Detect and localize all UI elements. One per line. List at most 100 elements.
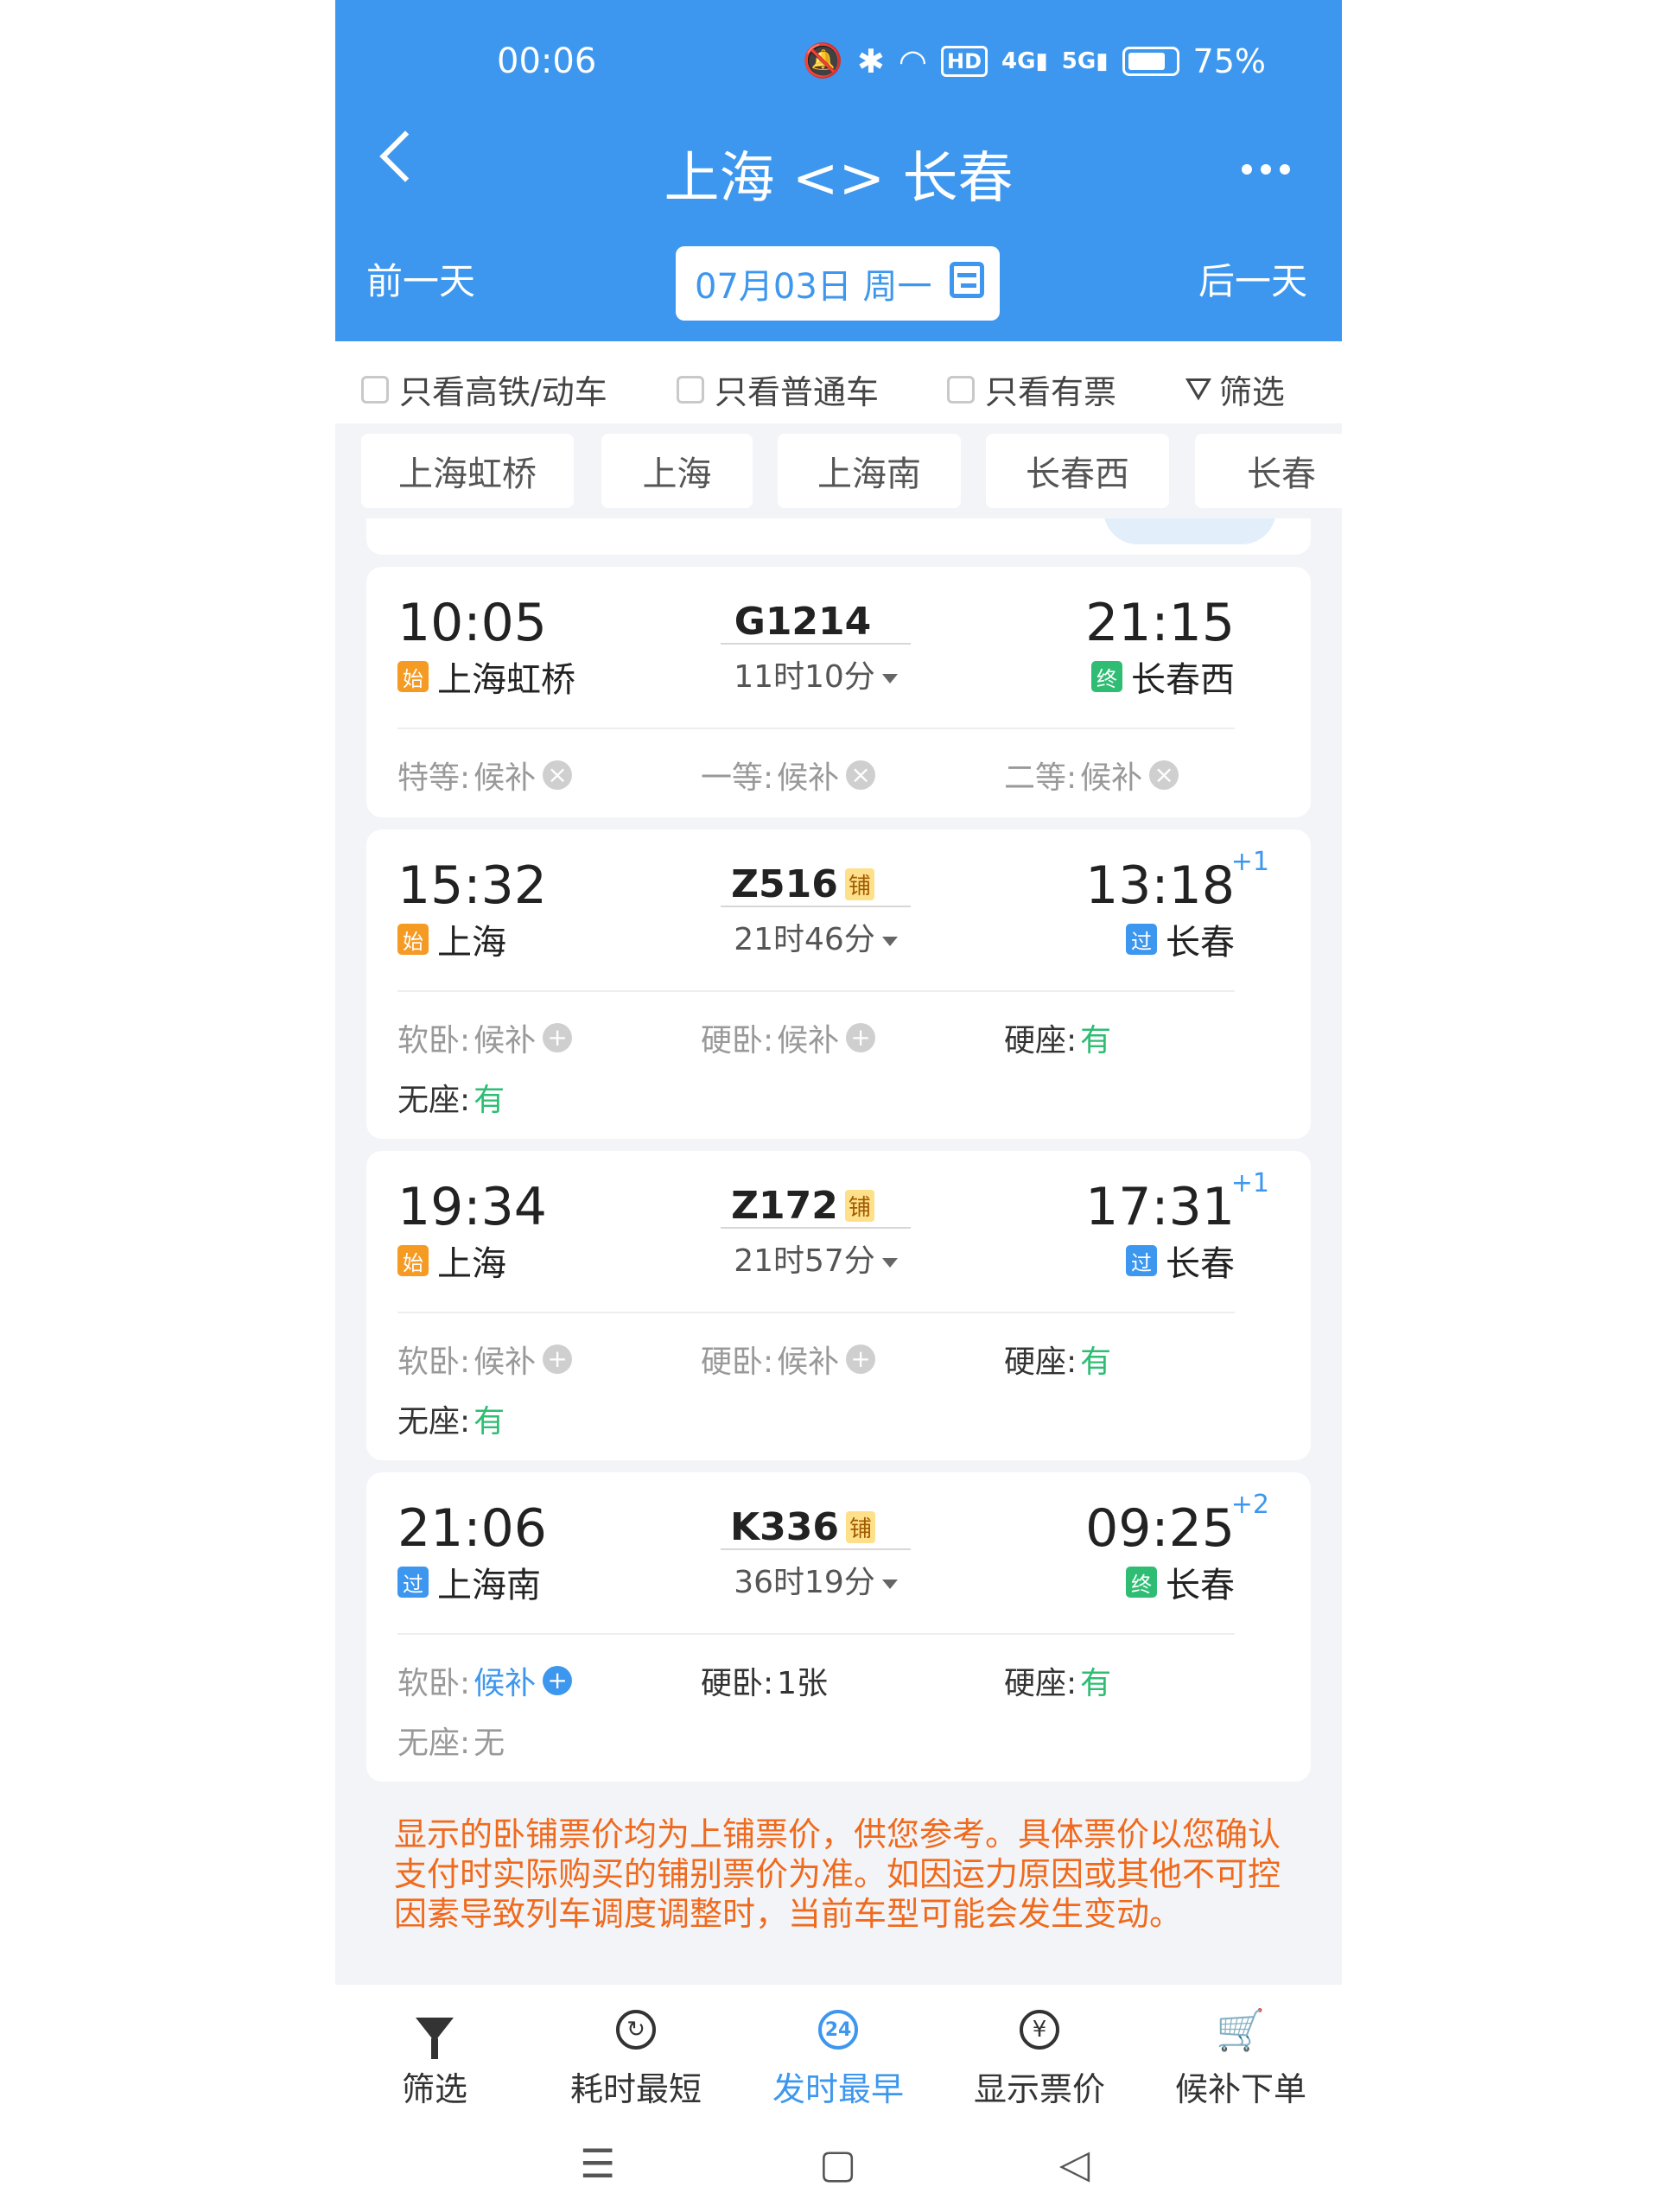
date-selector[interactable]: 07月03日 周一: [676, 246, 1000, 321]
battery-icon: [1122, 46, 1179, 76]
route-title: 上海 <> 长春: [664, 147, 1014, 211]
plus-icon: +: [846, 1023, 876, 1052]
system-navbar: ☰ ▢ ◁: [335, 2114, 1342, 2212]
checkbox-icon: [361, 375, 389, 404]
duration[interactable]: 36时19分: [721, 1557, 911, 1602]
seat-class[interactable]: 软卧: 候补 +: [397, 1337, 573, 1382]
hsr-only-checkbox[interactable]: 只看高铁/动车: [361, 365, 607, 413]
tab-earliest[interactable]: 24 发时最早: [752, 2002, 925, 2110]
seat-label: 硬座:: [1004, 1344, 1077, 1380]
station-chips: 上海虹桥 上海 上海南 长春西 长春: [335, 423, 1342, 518]
depart-time: 10:05: [397, 593, 547, 653]
seat-label: 硬卧:: [701, 1666, 774, 1701]
seat-value: 候补: [777, 1023, 840, 1058]
scrolled-card-edge: [366, 518, 1311, 555]
tab-shortest[interactable]: ↻ 耗时最短: [550, 2002, 722, 2110]
menu-icon[interactable]: ☰: [580, 2140, 615, 2187]
depart-time: 15:32: [397, 855, 547, 916]
seat-class[interactable]: 无座: 无: [397, 1718, 505, 1763]
more-icon[interactable]: [1242, 164, 1290, 175]
seat-value: 候补: [474, 1023, 537, 1058]
filter-label: 筛选: [1218, 373, 1285, 411]
station-chip-3[interactable]: 长春西: [986, 434, 1169, 508]
calendar-icon: [950, 262, 984, 298]
seat-value: 候补: [777, 1344, 840, 1380]
normal-only-checkbox[interactable]: 只看普通车: [677, 365, 879, 413]
tab-waitlist[interactable]: 🛒 候补下单: [1154, 2002, 1327, 2110]
seat-class[interactable]: 软卧: 候补 +: [397, 1658, 573, 1703]
train-card[interactable]: 15:32 始上海 Z516 铺 21时46分 13:18 +1 过长春 软卧: 候…: [366, 830, 1311, 1139]
pass-tag-icon: 过: [1126, 1245, 1157, 1276]
start-tag-icon: 始: [397, 1245, 429, 1276]
seat-class[interactable]: 无座: 有: [397, 1075, 505, 1120]
tab-filter[interactable]: 筛选: [348, 2002, 521, 2110]
home-icon[interactable]: ▢: [819, 2140, 856, 2187]
duration[interactable]: 21时57分: [721, 1236, 911, 1281]
back-nav-icon[interactable]: ◁: [1059, 2140, 1090, 2187]
seat-class[interactable]: 硬座: 有: [1004, 1658, 1111, 1703]
close-icon: ×: [1149, 760, 1179, 790]
seat-class[interactable]: 软卧: 候补 +: [397, 1015, 573, 1060]
seat-class[interactable]: 一等: 候补 ×: [701, 753, 876, 798]
arrive-station-name: 长春: [1166, 1566, 1235, 1605]
tab-show-price[interactable]: ¥ 显示票价: [953, 2002, 1126, 2110]
depart-time: 21:06: [397, 1498, 547, 1559]
berth-badge: 铺: [845, 1511, 875, 1543]
train-number: G1214: [721, 600, 885, 644]
seat-value: 有: [474, 1083, 505, 1118]
available-only-checkbox[interactable]: 只看有票: [947, 365, 1116, 413]
funnel-icon: ⛛: [1185, 370, 1212, 408]
seat-label: 无座:: [397, 1404, 471, 1440]
duration[interactable]: 21时46分: [721, 914, 911, 959]
seat-class[interactable]: 硬座: 有: [1004, 1015, 1111, 1060]
seat-value: 候补: [474, 1344, 537, 1380]
depart-station-name: 上海: [437, 1244, 506, 1284]
train-card[interactable]: 10:05 始上海虹桥 G1214 11时10分 21:15 终长春西 特等: 候…: [366, 567, 1311, 817]
bluetooth-icon: ✱: [857, 41, 885, 80]
seat-label: 硬座:: [1004, 1666, 1077, 1701]
seat-value: 有: [1080, 1023, 1112, 1058]
divider: [721, 643, 911, 645]
filter-button[interactable]: ⛛ 筛选: [1185, 365, 1285, 413]
arrive-time: 17:31: [1085, 1177, 1235, 1237]
train-card[interactable]: 19:34 始上海 Z172 铺 21时57分 17:31 +1 过长春 软卧: 候…: [366, 1151, 1311, 1460]
depart-station: 过上海南: [397, 1557, 541, 1607]
seat-label: 硬卧:: [701, 1023, 774, 1058]
divider: [397, 990, 1235, 992]
divider: [397, 1633, 1235, 1635]
arrive-station-name: 长春: [1166, 1244, 1235, 1284]
status-time: 00:06: [497, 41, 597, 81]
station-chip-1[interactable]: 上海: [601, 434, 753, 508]
arrive-time: 13:18: [1085, 855, 1235, 916]
seat-class[interactable]: 特等: 候补 ×: [397, 753, 573, 798]
seat-class[interactable]: 硬卧: 1张: [701, 1658, 828, 1703]
next-day-button[interactable]: 后一天: [1198, 252, 1307, 305]
depart-station: 始上海: [397, 1236, 506, 1286]
seat-class[interactable]: 二等: 候补 ×: [1004, 753, 1179, 798]
station-chip-0[interactable]: 上海虹桥: [361, 434, 574, 508]
depart-time: 19:34: [397, 1177, 547, 1237]
duration[interactable]: 11时10分: [721, 652, 911, 696]
divider: [397, 1312, 1235, 1313]
station-chip-2[interactable]: 上海南: [778, 434, 961, 508]
price-notice: 显示的卧铺票价均为上铺票价，供您参考。具体票价以您确认支付时实际购买的铺别票价为…: [394, 1815, 1281, 1933]
train-card[interactable]: 21:06 过上海南 K336 铺 36时19分 09:25 +2 终长春 软卧:…: [366, 1472, 1311, 1782]
seat-class[interactable]: 硬座: 有: [1004, 1337, 1111, 1382]
seat-class[interactable]: 硬卧: 候补 +: [701, 1015, 876, 1060]
prev-day-button[interactable]: 前一天: [366, 252, 475, 305]
depart-station-name: 上海南: [437, 1566, 541, 1605]
berth-badge: 铺: [844, 1190, 874, 1222]
train-number: Z516 铺: [721, 862, 885, 906]
seat-value: 候补: [474, 1666, 537, 1701]
seat-label: 硬座:: [1004, 1023, 1077, 1058]
seat-class[interactable]: 硬卧: 候补 +: [701, 1337, 876, 1382]
seat-class[interactable]: 无座: 有: [397, 1396, 505, 1441]
depart-station: 始上海: [397, 914, 506, 964]
train-number: K336 铺: [721, 1505, 885, 1549]
seat-label: 二等:: [1004, 760, 1077, 796]
pass-tag-icon: 过: [397, 1567, 429, 1598]
train-number-text: Z172: [731, 1184, 838, 1228]
close-icon: ×: [543, 760, 573, 790]
signal-4g-icon: 4G▮: [1001, 48, 1048, 74]
station-chip-4[interactable]: 长春: [1195, 434, 1342, 508]
